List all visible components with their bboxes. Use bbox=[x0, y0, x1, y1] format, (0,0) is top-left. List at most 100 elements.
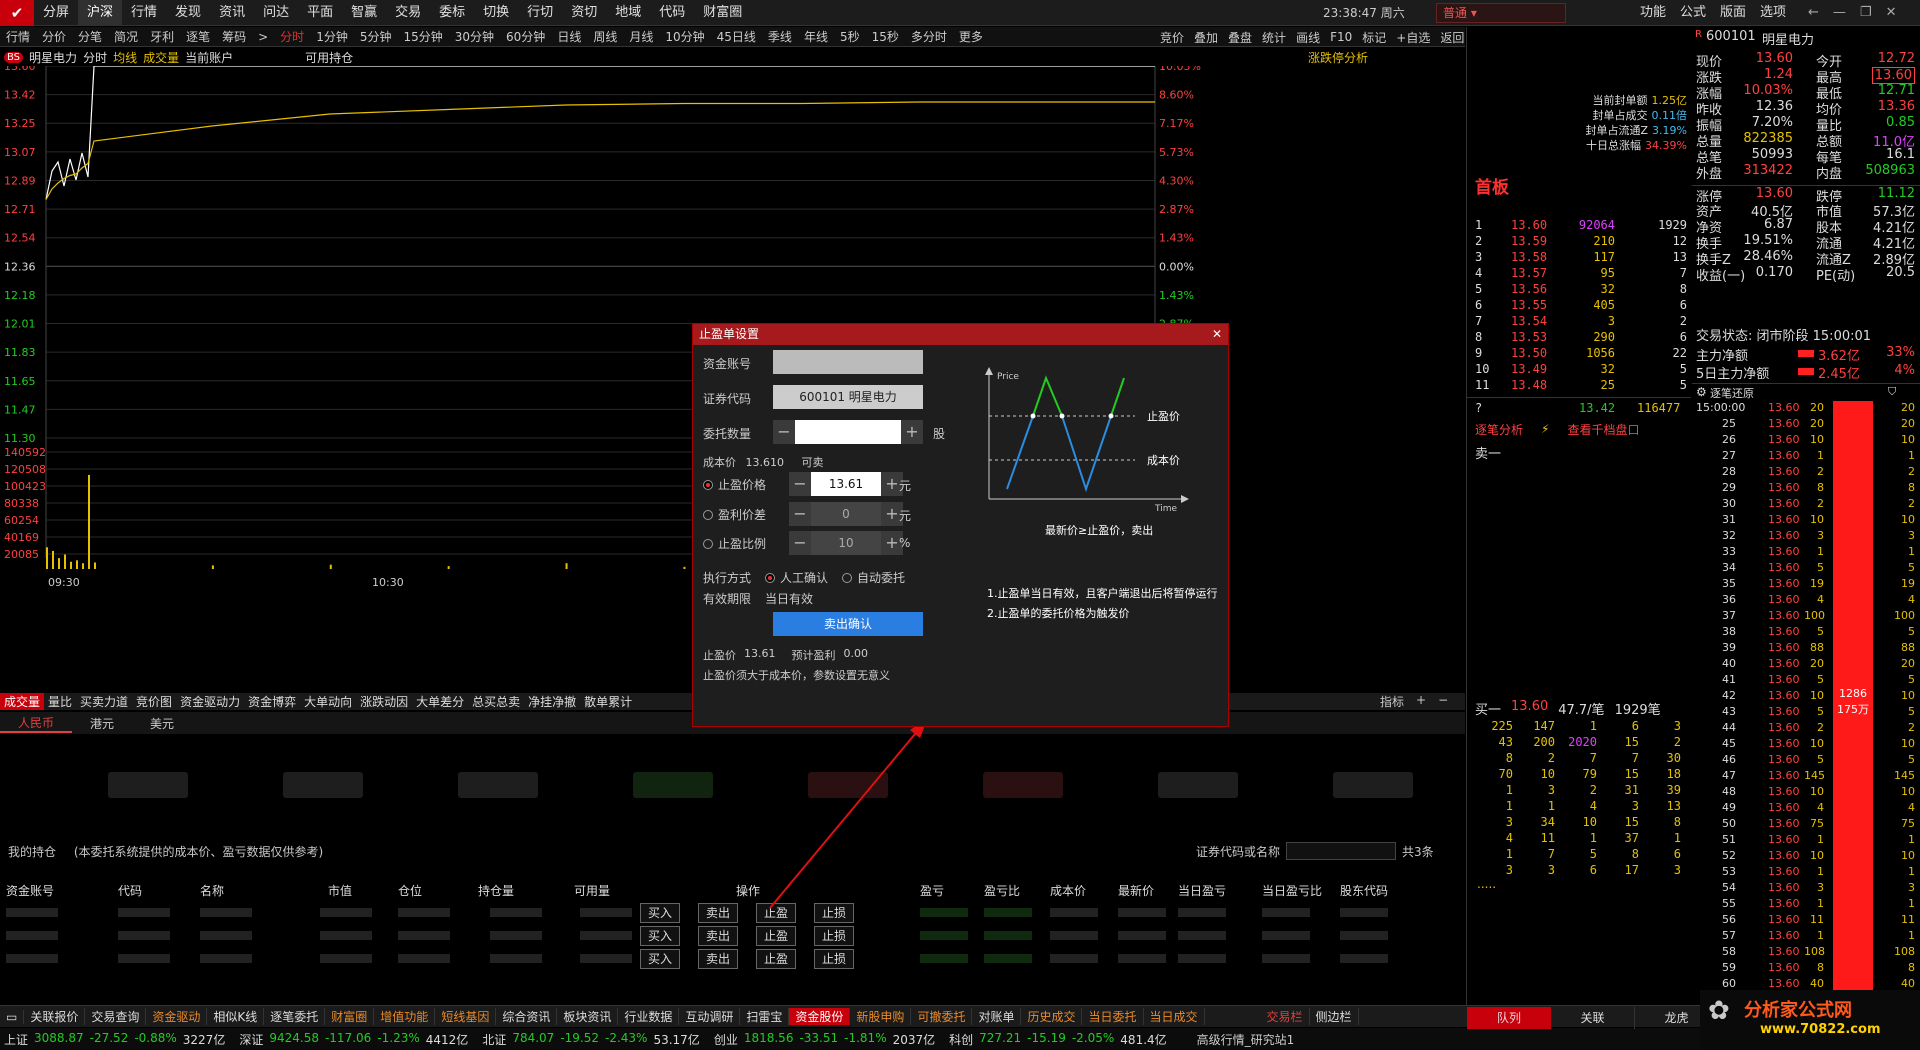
right-menu-item[interactable]: 选项 bbox=[1760, 0, 1786, 26]
index-quote[interactable]: 上证 3088.87 -27.52 -0.88% 3227亿 bbox=[4, 1031, 225, 1048]
action-button[interactable]: 止盈 bbox=[756, 949, 796, 969]
action-button[interactable]: 止损 bbox=[814, 949, 854, 969]
menu-item[interactable]: 沪深 bbox=[78, 0, 123, 26]
right-bottom-tab[interactable]: 队列 bbox=[1467, 1007, 1551, 1029]
toolbar-item[interactable]: 分笔 bbox=[72, 28, 108, 45]
toolbar-right-item[interactable]: 叠盘 bbox=[1223, 29, 1257, 46]
period-tab[interactable]: 周线 bbox=[587, 28, 623, 45]
panel-toggle-icon[interactable]: ▭ bbox=[0, 1009, 25, 1024]
action-button[interactable]: 买入 bbox=[640, 926, 680, 946]
qty-stepper[interactable]: − + bbox=[773, 420, 923, 444]
diff-input[interactable]: 0 bbox=[811, 502, 881, 526]
period-tab[interactable]: 60分钟 bbox=[500, 28, 551, 45]
action-button[interactable]: 卖出 bbox=[698, 903, 738, 923]
bottom-tab[interactable]: 增值功能 bbox=[374, 1008, 436, 1025]
toolbar-right-item[interactable]: 竞价 bbox=[1155, 29, 1189, 46]
bottom-tab[interactable]: 可撤委托 bbox=[911, 1008, 973, 1025]
menu-item[interactable]: 资讯 bbox=[210, 0, 254, 26]
bottom-tab[interactable]: 关联报价 bbox=[24, 1008, 86, 1025]
right-menu-item[interactable]: 公式 bbox=[1680, 0, 1706, 26]
action-button[interactable]: 止盈 bbox=[756, 926, 796, 946]
period-tab[interactable]: 15分钟 bbox=[397, 28, 448, 45]
menu-item[interactable]: 代码 bbox=[650, 0, 694, 26]
index-quote[interactable]: 深证 9424.58 -117.06 -1.23% 4412亿 bbox=[239, 1031, 468, 1048]
bottom-tab[interactable]: 综合资讯 bbox=[496, 1008, 558, 1025]
action-button[interactable]: 买入 bbox=[640, 949, 680, 969]
indicator-tab[interactable]: 资金博弈 bbox=[244, 693, 300, 710]
exec-manual-option[interactable]: 人工确认 bbox=[765, 569, 828, 586]
search-input[interactable] bbox=[1286, 842, 1397, 860]
toolbar-item[interactable]: > bbox=[252, 30, 274, 44]
bottom-tab[interactable]: 当日委托 bbox=[1082, 1008, 1144, 1025]
toolbar-item[interactable]: 行情 bbox=[0, 28, 36, 45]
user-account-dropdown[interactable]: 普通 ▾ bbox=[1436, 3, 1566, 23]
close-icon[interactable]: ✕ bbox=[1212, 324, 1222, 345]
diff-stepper[interactable]: − 0 + bbox=[789, 502, 903, 526]
toolbar-right-item[interactable]: F10 bbox=[1325, 30, 1357, 44]
index-quote[interactable]: 创业 1818.56 -33.51 -1.81% 2037亿 bbox=[714, 1031, 935, 1048]
minimize-icon[interactable]: — bbox=[1833, 0, 1846, 26]
toolbar-right-item[interactable]: 返回 bbox=[1435, 29, 1469, 46]
menu-item[interactable]: 智赢 bbox=[342, 0, 386, 26]
bottom-tab[interactable]: 对账单 bbox=[972, 1008, 1022, 1025]
bottom-tab[interactable]: 资金驱动 bbox=[146, 1008, 208, 1025]
depth-link[interactable]: 查看千档盘口 bbox=[1567, 421, 1639, 438]
menu-item[interactable]: 行情 bbox=[122, 0, 166, 26]
indicator-button[interactable]: 指标 bbox=[1380, 693, 1404, 710]
ratio-radio-row[interactable]: 止盈比例 bbox=[703, 535, 766, 552]
toolbar-item[interactable]: 简况 bbox=[108, 28, 144, 45]
action-button[interactable]: 止损 bbox=[814, 926, 854, 946]
exec-auto-option[interactable]: 自动委托 bbox=[842, 569, 905, 586]
menu-item[interactable]: 发现 bbox=[166, 0, 210, 26]
bottom-tab[interactable]: 互动调研 bbox=[679, 1008, 741, 1025]
diff-radio[interactable] bbox=[703, 510, 713, 520]
ladder-row[interactable]: 8 13.53 290 6 bbox=[1467, 329, 1691, 345]
currency-tab[interactable]: 人民币 bbox=[0, 714, 73, 733]
ladder-row[interactable]: 10 13.49 32 5 bbox=[1467, 361, 1691, 377]
menu-item[interactable]: 交易 bbox=[386, 0, 430, 26]
action-button[interactable]: 卖出 bbox=[698, 926, 738, 946]
menu-item[interactable]: 行切 bbox=[518, 0, 562, 26]
remove-indicator-button[interactable]: − bbox=[1438, 693, 1448, 710]
menu-item[interactable]: 地域 bbox=[606, 0, 650, 26]
price-radio-row[interactable]: 止盈价格 bbox=[703, 476, 766, 493]
indicator-tab[interactable]: 大单差分 bbox=[412, 693, 468, 710]
menu-item[interactable]: 切换 bbox=[474, 0, 518, 26]
indicator-tab[interactable]: 竞价图 bbox=[132, 693, 176, 710]
right-menu-item[interactable]: 版面 bbox=[1720, 0, 1746, 26]
toolbar-item[interactable]: 筹码 bbox=[216, 28, 252, 45]
toolbar-item[interactable]: 牙利 bbox=[144, 28, 180, 45]
toolbar-right-item[interactable]: 画线 bbox=[1291, 29, 1325, 46]
bottom-tab[interactable]: 短线基因 bbox=[435, 1008, 497, 1025]
back-icon[interactable]: ← bbox=[1808, 0, 1819, 26]
bottom-right-tab[interactable]: 侧边栏 bbox=[1310, 1008, 1359, 1025]
bottom-tab[interactable]: 板块资讯 bbox=[557, 1008, 619, 1025]
indicator-tab[interactable]: 买卖力道 bbox=[76, 693, 132, 710]
bottom-tab[interactable]: 历史成交 bbox=[1021, 1008, 1083, 1025]
ladder-row[interactable]: 5 13.56 32 8 bbox=[1467, 281, 1691, 297]
bottom-tab[interactable]: 资金股份 bbox=[789, 1008, 851, 1025]
bottom-tab[interactable]: 交易查询 bbox=[85, 1008, 147, 1025]
index-quote[interactable]: 科创 727.21 -15.19 -2.05% 481.4亿 bbox=[949, 1031, 1167, 1048]
sell-confirm-button[interactable]: 卖出确认 bbox=[773, 612, 923, 636]
exec-auto-radio[interactable] bbox=[842, 573, 853, 583]
period-tab[interactable]: 45日线 bbox=[711, 28, 762, 45]
menu-item[interactable]: 分屏 bbox=[34, 0, 78, 26]
settings-icon[interactable]: ⚙ bbox=[1696, 385, 1707, 399]
toolbar-item[interactable]: 逐笔 bbox=[180, 28, 216, 45]
period-tab[interactable]: 月线 bbox=[623, 28, 659, 45]
restore-icon[interactable]: ❐ bbox=[1860, 0, 1872, 26]
menu-item[interactable]: 委标 bbox=[430, 0, 474, 26]
bottom-tab[interactable]: 新股申购 bbox=[850, 1008, 912, 1025]
bottom-tab[interactable]: 行业数据 bbox=[618, 1008, 680, 1025]
indicator-tab[interactable]: 量比 bbox=[44, 693, 76, 710]
toolbar-item[interactable]: 分价 bbox=[36, 28, 72, 45]
toolbar-right-item[interactable]: 统计 bbox=[1257, 29, 1291, 46]
qty-plus-button[interactable]: + bbox=[901, 420, 923, 444]
period-tab[interactable]: 10分钟 bbox=[659, 28, 710, 45]
price-minus-button[interactable]: − bbox=[789, 472, 811, 496]
indicator-tab[interactable]: 总买总卖 bbox=[468, 693, 524, 710]
indicator-tab[interactable]: 净挂净撤 bbox=[524, 693, 580, 710]
exec-manual-radio[interactable] bbox=[765, 573, 776, 583]
close-icon[interactable]: ✕ bbox=[1886, 0, 1897, 26]
